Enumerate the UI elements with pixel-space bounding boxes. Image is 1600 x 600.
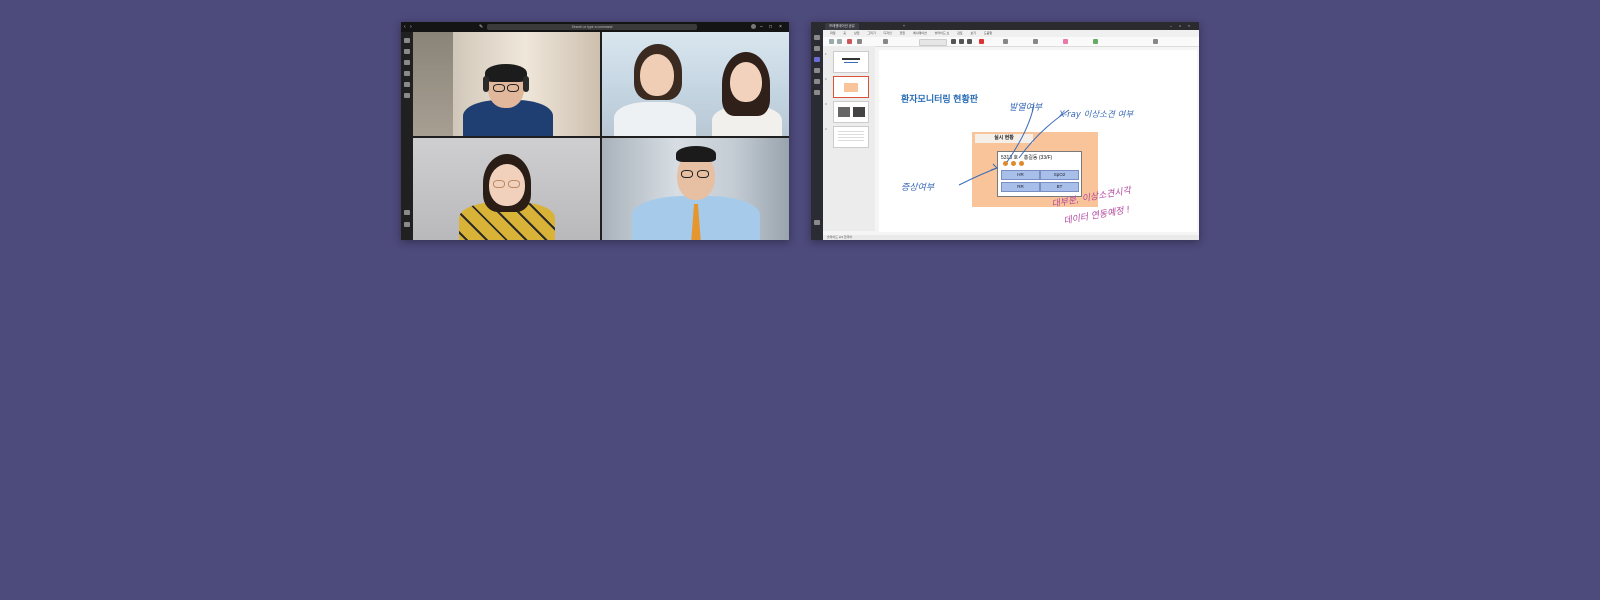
share-icon[interactable] (1153, 39, 1158, 44)
calendar-icon[interactable] (404, 71, 410, 76)
ribbon-tab[interactable]: 전환 (900, 31, 906, 35)
teams-icon[interactable] (404, 60, 410, 65)
apps-icon[interactable] (404, 210, 410, 215)
app-sidebar (811, 30, 823, 240)
calls-icon[interactable] (404, 82, 410, 87)
annotation-symptom: 증상여부 (901, 183, 935, 193)
files-icon[interactable] (814, 90, 820, 95)
participant-video (602, 138, 789, 240)
slide-thumbnail[interactable] (833, 126, 869, 148)
calendar-icon[interactable] (814, 68, 820, 73)
forward-icon[interactable]: › (410, 23, 412, 31)
paste-icon[interactable] (847, 39, 852, 44)
help-icon[interactable] (814, 220, 820, 225)
avatar[interactable] (751, 24, 756, 29)
chat-icon[interactable] (404, 49, 410, 54)
arrange-icon[interactable] (1063, 39, 1068, 44)
teams-icon[interactable] (814, 57, 820, 62)
compose-icon[interactable]: ✎ (479, 23, 483, 31)
close-icon[interactable]: × (779, 23, 782, 31)
new-tab-button[interactable]: + (899, 23, 909, 30)
video-grid (413, 32, 789, 240)
calls-icon[interactable] (814, 79, 820, 84)
align-icon[interactable] (1003, 39, 1008, 44)
ribbon-tab[interactable]: 파일 (830, 31, 836, 35)
presentation-title-bar: 프레젠테이션 공유 + – □ × (811, 22, 1199, 30)
font-family-select[interactable] (919, 39, 947, 46)
presentation-window: 프레젠테이션 공유 + – □ × 파일 홈 삽입 그리기 디자인 전환 애니메… (811, 22, 1199, 240)
undo-icon[interactable] (829, 39, 834, 44)
new-slide-icon[interactable] (857, 39, 862, 44)
ribbon-tab[interactable]: 검토 (957, 31, 963, 35)
participant-video (602, 32, 789, 136)
ribbon-tab[interactable]: 보기 (971, 31, 977, 35)
files-icon[interactable] (404, 93, 410, 98)
minimize-icon[interactable]: – (760, 23, 763, 31)
video-tile[interactable] (602, 32, 789, 136)
participant-video (413, 138, 600, 240)
bold-icon[interactable] (951, 39, 956, 44)
ribbon-tab[interactable]: 그리기 (867, 31, 875, 35)
tab-presentation[interactable]: 프레젠테이션 공유 (825, 23, 859, 30)
video-tile[interactable] (413, 32, 600, 136)
slide-thumbnail[interactable] (833, 76, 869, 98)
annotation-xray: X-ray 이상소견 여부 (1059, 110, 1134, 120)
chat-icon[interactable] (814, 46, 820, 51)
ribbon-tab[interactable]: 슬라이드 쇼 (935, 31, 950, 35)
ribbon-toolbar (823, 37, 1199, 47)
back-icon[interactable]: ‹ (404, 23, 406, 31)
ribbon-tab[interactable]: 도움말 (984, 31, 992, 35)
ribbon-tab[interactable]: 삽입 (854, 31, 860, 35)
ink-arrow (1006, 104, 1035, 163)
ribbon-tab[interactable]: 홈 (843, 31, 846, 35)
video-tile[interactable] (602, 138, 789, 240)
participant-video (413, 32, 600, 136)
arrow-head (990, 163, 998, 171)
meeting-title-bar: ‹ › ✎ Search or type a command – □ × (401, 22, 789, 32)
slide-thumbnail[interactable] (833, 101, 869, 123)
slide-thumbnails: 1 2 3 4 (823, 46, 875, 231)
maximize-icon[interactable]: □ (769, 23, 772, 31)
shapes-icon[interactable] (1033, 39, 1038, 44)
video-tile[interactable] (413, 138, 600, 240)
ribbon-tabs: 파일 홈 삽입 그리기 디자인 전환 애니메이션 슬라이드 쇼 검토 보기 도움… (823, 30, 1199, 37)
help-icon[interactable] (404, 222, 410, 227)
activity-icon[interactable] (814, 35, 820, 40)
status-bar: 슬라이드 2/4 한국어 (823, 235, 1199, 240)
layout-icon[interactable] (883, 39, 888, 44)
italic-icon[interactable] (959, 39, 964, 44)
redo-icon[interactable] (837, 39, 842, 44)
ribbon-tab[interactable]: 디자인 (883, 31, 891, 35)
close-icon[interactable]: × (1184, 23, 1194, 30)
activity-icon[interactable] (404, 38, 410, 43)
annotation-fever: 발열여부 (1009, 103, 1043, 113)
app-sidebar (401, 32, 413, 240)
ink-annotation-layer (958, 104, 1070, 186)
font-color-icon[interactable] (979, 39, 984, 44)
underline-icon[interactable] (967, 39, 972, 44)
slide-canvas[interactable]: 환자모니터링 현황판 실시 현황 5313 호 홍길동 (33/F) HR Sp… (879, 50, 1197, 232)
search-input[interactable]: Search or type a command (487, 24, 697, 30)
ribbon-tab[interactable]: 애니메이션 (913, 31, 927, 35)
slide-thumbnail[interactable] (833, 51, 869, 73)
designer-icon[interactable] (1093, 39, 1098, 44)
ink-arrow (958, 167, 998, 186)
meeting-window: ‹ › ✎ Search or type a command – □ × (401, 22, 789, 240)
